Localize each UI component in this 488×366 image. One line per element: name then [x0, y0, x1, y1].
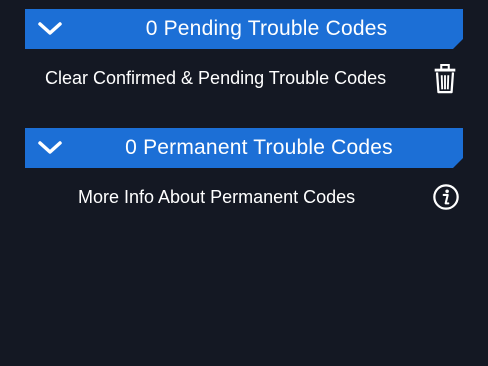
pending-codes-title: 0 Pending Trouble Codes [145, 17, 388, 40]
pending-codes-header[interactable]: 0 Pending Trouble Codes [25, 9, 463, 49]
permanent-codes-title: 0 Permanent Trouble Codes [125, 136, 393, 159]
info-icon[interactable] [432, 183, 460, 211]
more-info-row[interactable]: More Info About Permanent Codes [25, 177, 463, 217]
chevron-down-icon [38, 141, 62, 154]
clear-codes-row[interactable]: Clear Confirmed & Pending Trouble Codes [25, 58, 463, 98]
permanent-codes-header[interactable]: 0 Permanent Trouble Codes [25, 128, 463, 168]
clear-codes-label[interactable]: Clear Confirmed & Pending Trouble Codes [45, 58, 386, 98]
chevron-down-icon [38, 22, 62, 35]
header-corner [453, 39, 463, 49]
trash-icon[interactable] [432, 64, 458, 94]
header-corner [453, 158, 463, 168]
more-info-label[interactable]: More Info About Permanent Codes [78, 177, 355, 217]
